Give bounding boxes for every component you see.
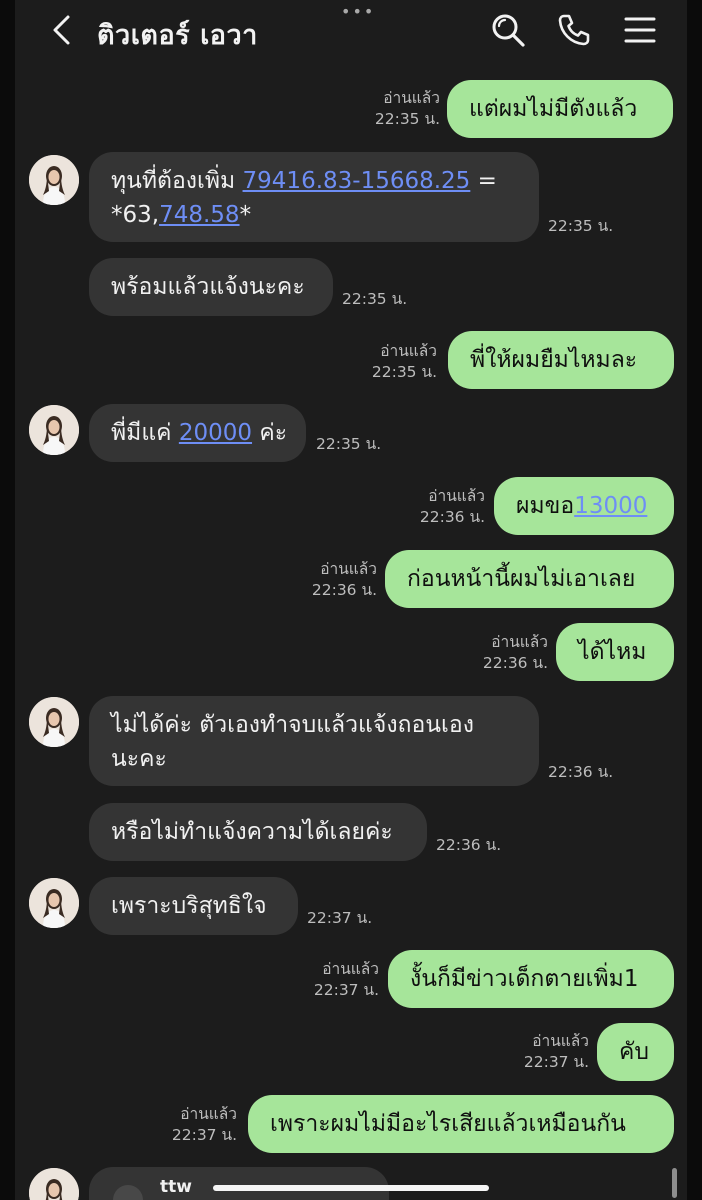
preview-title: ttw	[160, 1177, 192, 1197]
message-time: 22:36 น.	[548, 763, 614, 781]
message-text: ก่อนหน้านี้ผมไม่เอาเลย	[407, 566, 636, 592]
phone-icon[interactable]	[556, 12, 592, 48]
message-bubble-outgoing[interactable]: งั้นก็มีข่าวเด็กตายเพิ่ม1	[388, 950, 674, 1008]
message-line: *63,748.58*	[111, 198, 517, 232]
read-receipt: อ่านแล้ว	[428, 487, 485, 505]
message-time: 22:37 น.	[171, 1126, 237, 1144]
number-link[interactable]: 20000	[179, 420, 252, 446]
message-meta: อ่านแล้ว 22:36 น.	[468, 632, 548, 674]
message-text: หรือไม่ทำแจ้งความได้เลยค่ะ	[111, 819, 393, 845]
message-text: =	[477, 168, 497, 194]
message-time: 22:37 น.	[307, 909, 373, 927]
contact-avatar[interactable]	[29, 155, 79, 205]
message-time: 22:36 น.	[436, 836, 502, 854]
message-time: 22:36 น.	[419, 508, 485, 526]
home-indicator[interactable]	[213, 1185, 489, 1191]
avatar-image	[29, 1168, 79, 1200]
message-text: ทุนที่ต้องเพิ่ม	[111, 168, 236, 194]
message-meta: อ่านแล้ว 22:37 น.	[299, 959, 379, 1001]
message-text: ค่ะ	[259, 420, 288, 446]
chat-title[interactable]: ติวเตอร์ เอวา	[97, 13, 258, 56]
message-time: 22:35 น.	[316, 435, 382, 453]
scrollbar[interactable]	[672, 1168, 677, 1198]
message-bubble-incoming[interactable]: พี่มีแค่ 20000 ค่ะ	[89, 404, 306, 462]
message-meta: อ่านแล้ว 22:37 น.	[509, 1031, 589, 1073]
avatar-image	[29, 405, 79, 455]
number-link[interactable]: 13000	[574, 493, 647, 519]
contact-avatar[interactable]	[29, 405, 79, 455]
message-time: 22:35 น.	[374, 110, 440, 128]
message-bubble-outgoing[interactable]: พี่ให้ผมยืมไหมละ	[448, 331, 674, 389]
message-text: คับ	[619, 1039, 649, 1065]
message-text: แต่ผมไม่มีตังแล้ว	[469, 96, 638, 122]
avatar-image	[29, 155, 79, 205]
message-text: เพราะบริสุทธิใจ	[111, 893, 267, 919]
read-receipt: อ่านแล้ว	[383, 89, 440, 107]
contact-avatar[interactable]	[29, 1168, 79, 1200]
message-meta: อ่านแล้ว 22:37 น.	[157, 1104, 237, 1146]
message-bubble-outgoing[interactable]: แต่ผมไม่มีตังแล้ว	[447, 80, 673, 138]
message-bubble-outgoing[interactable]: ได้ไหม	[556, 623, 674, 681]
contact-avatar[interactable]	[29, 878, 79, 928]
message-bubble-incoming[interactable]: ttw	[89, 1167, 389, 1200]
message-bubble-outgoing[interactable]: คับ	[597, 1023, 674, 1081]
menu-icon[interactable]	[622, 12, 658, 48]
number-link[interactable]: 79416.83-15668.25	[243, 168, 471, 194]
message-text: เพราะผมไม่มีอะไรเสียแล้วเหมือนกัน	[270, 1111, 626, 1137]
message-line: ทุนที่ต้องเพิ่ม 79416.83-15668.25 =	[111, 164, 517, 198]
message-bubble-outgoing[interactable]: ก่อนหน้านี้ผมไม่เอาเลย	[385, 550, 674, 608]
read-receipt: อ่านแล้ว	[180, 1105, 237, 1123]
message-bubble-incoming[interactable]: ไม่ได้ค่ะ ตัวเองทำจบแล้วแจ้งถอนเอง นะคะ	[89, 696, 539, 786]
message-text: *	[239, 202, 252, 228]
avatar-image	[29, 878, 79, 928]
message-text: พี่มีแค่	[111, 420, 172, 446]
chat-screen: ติวเตอร์ เอวา ••• อ่านแล้ว 22:35 น. แต่ผ…	[15, 0, 687, 1200]
chevron-left-icon[interactable]	[49, 14, 75, 46]
message-text: งั้นก็มีข่าวเด็กตายเพิ่ม1	[410, 966, 639, 992]
message-text: พี่ให้ผมยืมไหมละ	[470, 347, 638, 373]
message-time: 22:36 น.	[482, 654, 548, 672]
message-meta: อ่านแล้ว 22:36 น.	[405, 486, 485, 528]
message-meta: อ่านแล้ว 22:36 น.	[297, 559, 377, 601]
message-bubble-incoming[interactable]: พร้อมแล้วแจ้งนะคะ	[89, 258, 333, 316]
read-receipt: อ่านแล้ว	[532, 1032, 589, 1050]
message-time: 22:35 น.	[548, 217, 614, 235]
contact-avatar[interactable]	[29, 697, 79, 747]
message-bubble-incoming[interactable]: หรือไม่ทำแจ้งความได้เลยค่ะ	[89, 803, 427, 861]
message-text: ผมขอ	[516, 493, 575, 519]
message-text: พร้อมแล้วแจ้งนะคะ	[111, 274, 305, 300]
number-link[interactable]: 748.58	[159, 202, 239, 228]
message-text: ได้ไหม	[578, 639, 647, 665]
message-bubble-outgoing[interactable]: ผมขอ13000	[494, 477, 674, 535]
more-dots: •••	[341, 2, 376, 21]
message-bubble-incoming[interactable]: ทุนที่ต้องเพิ่ม 79416.83-15668.25 = *63,…	[89, 152, 539, 242]
message-meta: อ่านแล้ว 22:35 น.	[360, 88, 440, 130]
preview-thumbnail	[113, 1185, 143, 1200]
message-bubble-incoming[interactable]: เพราะบริสุทธิใจ	[89, 877, 298, 935]
message-meta: อ่านแล้ว 22:35 น.	[357, 341, 437, 383]
message-text: ไม่ได้ค่ะ ตัวเองทำจบแล้วแจ้งถอนเอง	[111, 712, 474, 738]
message-time: 22:35 น.	[371, 363, 437, 381]
read-receipt: อ่านแล้ว	[380, 342, 437, 360]
chat-header: ติวเตอร์ เอวา •••	[15, 0, 687, 62]
read-receipt: อ่านแล้ว	[491, 633, 548, 651]
read-receipt: อ่านแล้ว	[322, 960, 379, 978]
search-icon[interactable]	[490, 12, 526, 48]
message-time: 22:35 น.	[342, 290, 408, 308]
message-bubble-outgoing[interactable]: เพราะผมไม่มีอะไรเสียแล้วเหมือนกัน	[248, 1095, 674, 1153]
read-receipt: อ่านแล้ว	[320, 560, 377, 578]
message-time: 22:37 น.	[523, 1053, 589, 1071]
message-text: *63,	[111, 202, 160, 228]
message-time: 22:36 น.	[311, 581, 377, 599]
message-time: 22:37 น.	[313, 981, 379, 999]
message-text: นะคะ	[111, 746, 167, 772]
avatar-image	[29, 697, 79, 747]
